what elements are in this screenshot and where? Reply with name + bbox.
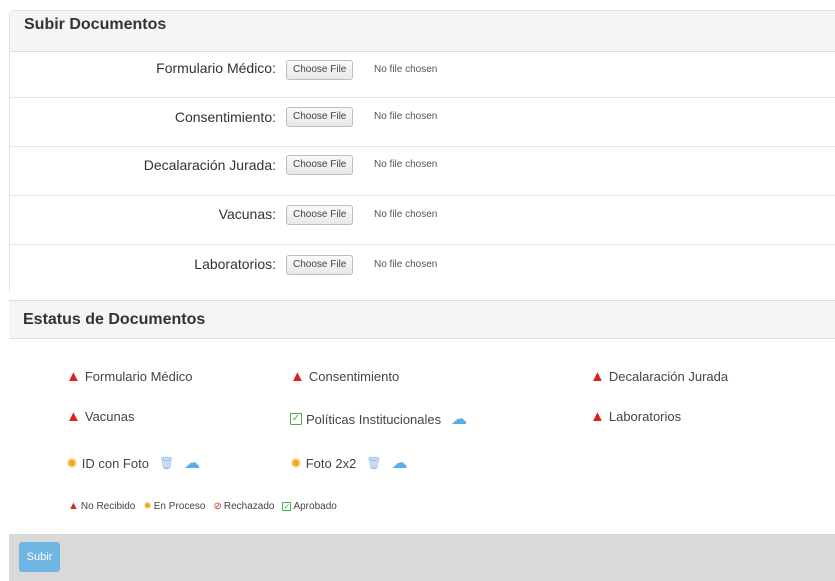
upload-row-consentimiento: Consentimiento: Choose File No file chos… bbox=[10, 98, 835, 147]
warning-icon: ▲ bbox=[290, 368, 305, 385]
status-title: Estatus de Documentos bbox=[23, 311, 206, 328]
warning-icon: ▲ bbox=[590, 368, 605, 385]
upload-row-declaracion: Decalaración Jurada: Choose File No file… bbox=[10, 147, 835, 196]
upload-label: Decalaración Jurada: bbox=[143, 157, 276, 173]
form-footer: Subir bbox=[9, 534, 835, 581]
legend-item-rechazado: ⊘ Rechazado bbox=[213, 501, 274, 512]
upload-panel: Subir Documentos Formulario Médico: Choo… bbox=[9, 10, 835, 292]
legend-item-no-recibido: ▲ No Recibido bbox=[68, 500, 136, 513]
file-status: No file chosen bbox=[374, 159, 438, 170]
cog-icon: ✹ bbox=[143, 501, 152, 512]
status-item-laboratorios: ▲ Laboratorios bbox=[590, 409, 681, 424]
warning-icon: ▲ bbox=[590, 408, 605, 425]
status-item-label: Políticas Institucionales bbox=[306, 411, 442, 427]
upload-row-formulario: Formulario Médico: Choose File No file c… bbox=[10, 52, 835, 98]
status-item-label: Laboratorios bbox=[608, 409, 682, 424]
status-item-label: Foto 2x2 bbox=[305, 455, 357, 471]
status-item-label: Consentimiento bbox=[308, 369, 400, 384]
file-status: No file chosen bbox=[374, 209, 438, 220]
trash-icon[interactable]: 🗑 bbox=[159, 456, 174, 470]
status-item-id-foto: ✹ ID con Foto 🗑 ☁ bbox=[66, 453, 200, 473]
status-item-label: ID con Foto bbox=[81, 455, 149, 471]
check-icon: ✓ bbox=[290, 413, 302, 425]
legend-item-aprobado: ✓ Aprobado bbox=[282, 501, 337, 512]
upload-label: Laboratorios: bbox=[194, 256, 276, 272]
submit-button[interactable]: Subir bbox=[19, 542, 60, 572]
status-item-foto-2x2: ✹ Foto 2x2 🗑 ☁ bbox=[290, 453, 408, 473]
status-item-politicas: ✓ Políticas Institucionales ☁ bbox=[290, 409, 467, 429]
choose-file-button[interactable]: Choose File bbox=[286, 255, 354, 275]
upload-label: Formulario Médico: bbox=[156, 60, 276, 76]
upload-row-laboratorios: Laboratorios: Choose File No file chosen bbox=[10, 245, 835, 294]
upload-panel-heading: Subir Documentos bbox=[10, 11, 835, 52]
trash-icon[interactable]: 🗑 bbox=[366, 456, 381, 470]
choose-file-button[interactable]: Choose File bbox=[286, 155, 354, 175]
warning-icon: ▲ bbox=[66, 408, 81, 425]
warning-icon: ▲ bbox=[66, 368, 81, 385]
ban-icon: ⊘ bbox=[213, 501, 222, 512]
status-panel-heading: Estatus de Documentos bbox=[9, 301, 835, 339]
upload-label: Consentimiento: bbox=[174, 109, 276, 125]
status-legend: ▲ No Recibido ✹ En Proceso ⊘ Rechazado ✓ Apr… bbox=[68, 500, 337, 513]
status-item-declaracion: ▲ Decalaración Jurada bbox=[590, 369, 728, 384]
legend-label: Rechazado bbox=[223, 501, 275, 512]
upload-title: Subir Documentos bbox=[24, 16, 167, 33]
cog-icon: ✹ bbox=[66, 454, 78, 471]
status-item-consentimiento: ▲ Consentimiento bbox=[290, 369, 399, 384]
status-item-formulario: ▲ Formulario Médico bbox=[66, 369, 193, 384]
cog-icon: ✹ bbox=[290, 454, 302, 471]
legend-label: Aprobado bbox=[293, 501, 337, 512]
cloud-download-icon[interactable]: ☁ bbox=[451, 409, 467, 429]
upload-row-vacunas: Vacunas: Choose File No file chosen bbox=[10, 196, 835, 245]
choose-file-button[interactable]: Choose File bbox=[286, 205, 354, 225]
check-icon: ✓ bbox=[282, 502, 292, 511]
warning-icon: ▲ bbox=[68, 500, 79, 512]
legend-label: No Recibido bbox=[80, 501, 136, 512]
upload-label: Vacunas: bbox=[218, 206, 276, 222]
cloud-download-icon[interactable]: ☁ bbox=[184, 453, 200, 473]
legend-item-en-proceso: ✹ En Proceso bbox=[143, 501, 205, 512]
status-item-label: Decalaración Jurada bbox=[608, 369, 729, 384]
status-item-vacunas: ▲ Vacunas bbox=[66, 409, 135, 424]
choose-file-button[interactable]: Choose File bbox=[286, 107, 354, 127]
status-item-label: Vacunas bbox=[84, 409, 135, 424]
file-status: No file chosen bbox=[374, 64, 438, 75]
status-item-label: Formulario Médico bbox=[84, 369, 193, 384]
file-status: No file chosen bbox=[374, 259, 438, 270]
legend-label: En Proceso bbox=[153, 501, 206, 512]
file-status: No file chosen bbox=[374, 111, 438, 122]
choose-file-button[interactable]: Choose File bbox=[286, 60, 354, 80]
cloud-download-icon[interactable]: ☁ bbox=[392, 453, 408, 473]
